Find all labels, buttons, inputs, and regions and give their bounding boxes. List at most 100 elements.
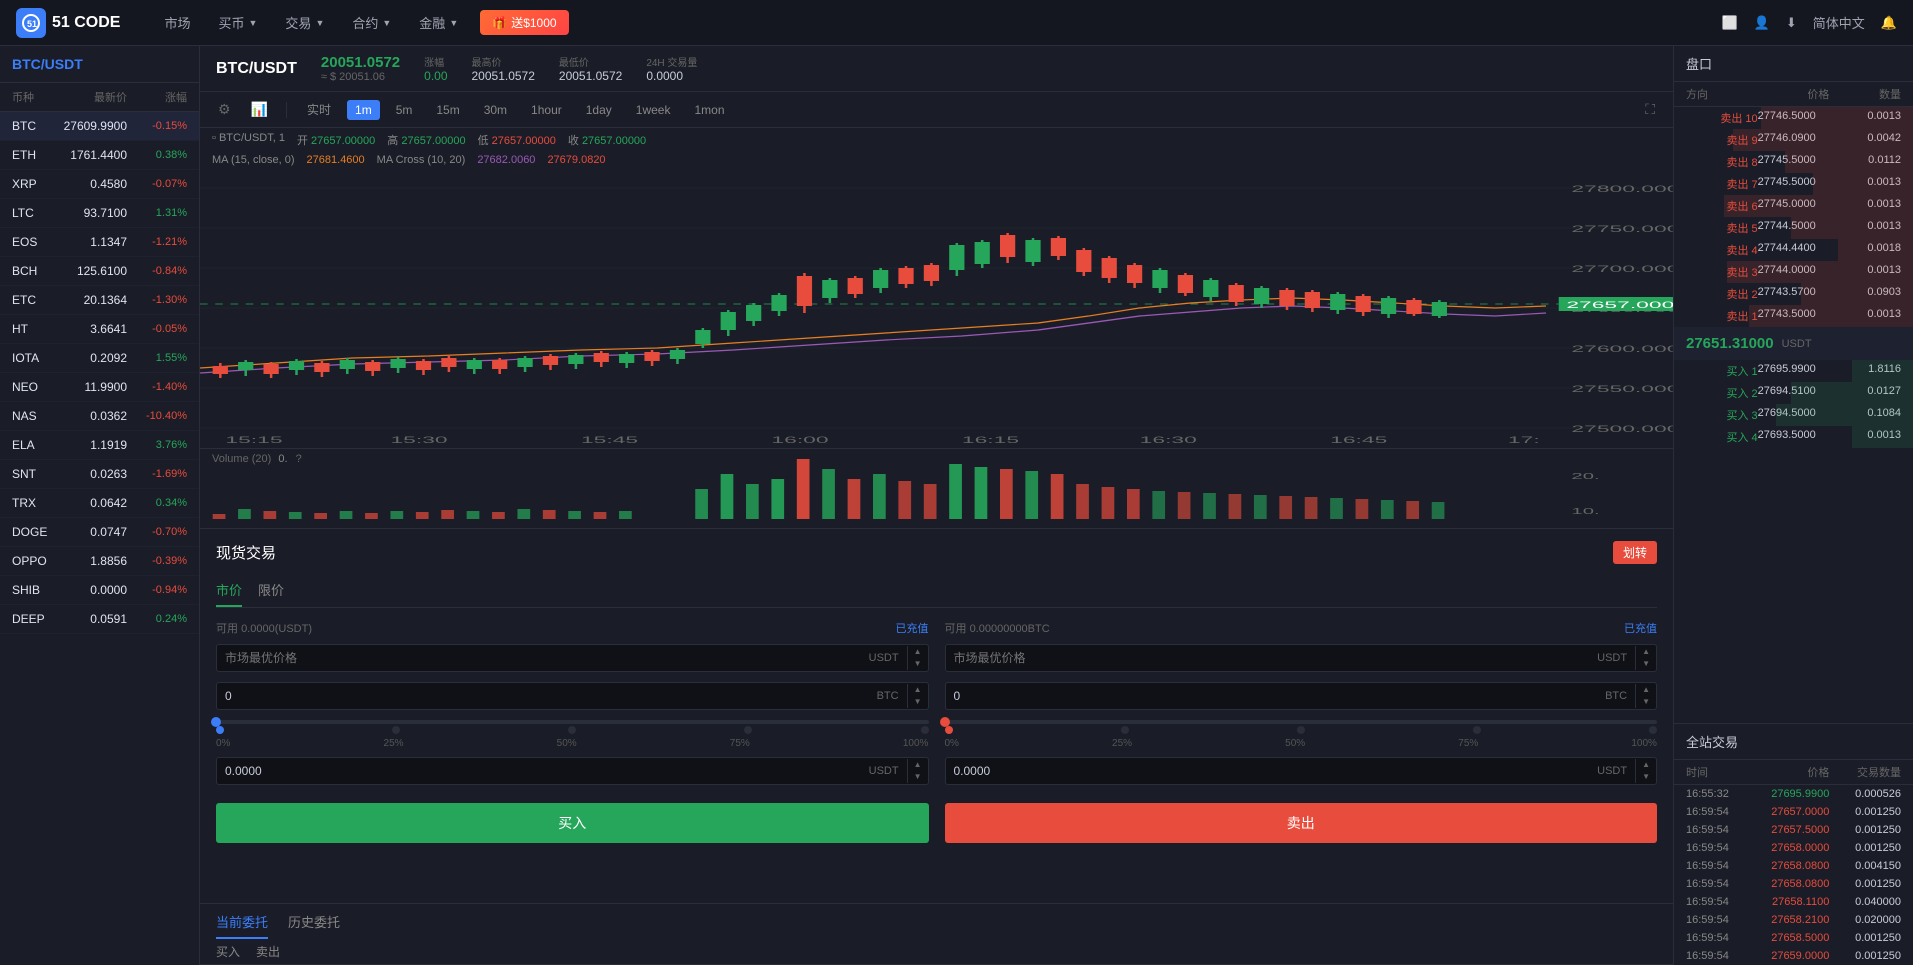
- subtab-buy[interactable]: 买入: [216, 943, 240, 960]
- nav-finance[interactable]: 金融 ▼: [405, 0, 472, 46]
- sell-amount-input[interactable]: [946, 683, 1598, 709]
- sell-price-up[interactable]: ▲: [1636, 646, 1656, 658]
- sell-slider-dot-75[interactable]: [1473, 726, 1481, 734]
- sell-order-row[interactable]: 卖出 4 27744.4400 0.0018: [1674, 239, 1913, 261]
- coin-row-oppo[interactable]: OPPO 1.8856 -0.39%: [0, 547, 199, 576]
- buy-total-input[interactable]: [217, 758, 861, 784]
- fullscreen-icon[interactable]: ⛶: [1639, 99, 1661, 120]
- lang-switch[interactable]: 简体中文: [1813, 13, 1865, 32]
- sell-recharge[interactable]: 已充值: [1624, 620, 1657, 636]
- sell-amount-input-wrap[interactable]: BTC ▲ ▼: [945, 682, 1658, 710]
- sell-price-input[interactable]: [946, 645, 1590, 671]
- buy-slider-dot-50[interactable]: [568, 726, 576, 734]
- sell-slider-dot-25[interactable]: [1121, 726, 1129, 734]
- buy-amount-input-wrap[interactable]: BTC ▲ ▼: [216, 682, 929, 710]
- nav-contract[interactable]: 合约 ▼: [338, 0, 405, 46]
- sell-price-input-wrap[interactable]: USDT ▲ ▼: [945, 644, 1658, 672]
- switch-button[interactable]: 划转: [1613, 541, 1657, 564]
- buy-amount-input[interactable]: [217, 683, 869, 709]
- sell-order-row[interactable]: 卖出 3 27744.0000 0.0013: [1674, 261, 1913, 283]
- coin-row-deep[interactable]: DEEP 0.0591 0.24%: [0, 605, 199, 634]
- buy-slider-dot-25[interactable]: [392, 726, 400, 734]
- buy-order-row[interactable]: 买入 4 27693.5000 0.0013: [1674, 426, 1913, 448]
- coin-row-bch[interactable]: BCH 125.6100 -0.84%: [0, 257, 199, 286]
- buy-total-up[interactable]: ▲: [908, 759, 928, 771]
- coin-row-iota[interactable]: IOTA 0.2092 1.55%: [0, 344, 199, 373]
- sell-order-row[interactable]: 卖出 10 27746.5000 0.0013: [1674, 107, 1913, 129]
- sell-total-down[interactable]: ▼: [1636, 771, 1656, 783]
- sell-amount-up[interactable]: ▲: [1636, 684, 1656, 696]
- buy-order-row[interactable]: 买入 1 27695.9900 1.8116: [1674, 360, 1913, 382]
- sell-amount-down[interactable]: ▼: [1636, 696, 1656, 708]
- time-1hour[interactable]: 1hour: [523, 100, 570, 120]
- screen-icon[interactable]: ⬜: [1722, 15, 1738, 31]
- sell-price-down[interactable]: ▼: [1636, 658, 1656, 670]
- sell-order-row[interactable]: 卖出 5 27744.5000 0.0013: [1674, 217, 1913, 239]
- buy-price-input[interactable]: [217, 645, 861, 671]
- coin-row-shib[interactable]: SHIB 0.0000 -0.94%: [0, 576, 199, 605]
- buy-button[interactable]: 买入: [216, 803, 929, 843]
- tab-limit[interactable]: 限价: [258, 574, 284, 607]
- buy-recharge[interactable]: 已充值: [896, 620, 929, 636]
- time-1week[interactable]: 1week: [628, 100, 679, 120]
- coin-row-trx[interactable]: TRX 0.0642 0.34%: [0, 489, 199, 518]
- sell-slider-row[interactable]: 0% 25% 50% 75% 100%: [945, 720, 1658, 749]
- nav-trade[interactable]: 交易 ▼: [271, 0, 338, 46]
- time-1day[interactable]: 1day: [578, 100, 620, 120]
- buy-amount-up[interactable]: ▲: [908, 684, 928, 696]
- coin-row-etc[interactable]: ETC 20.1364 -1.30%: [0, 286, 199, 315]
- time-5m[interactable]: 5m: [388, 100, 421, 120]
- buy-slider-row[interactable]: 0% 25% 50% 75% 100%: [216, 720, 929, 749]
- buy-price-up[interactable]: ▲: [908, 646, 928, 658]
- sell-total-input[interactable]: [946, 758, 1590, 784]
- sell-order-row[interactable]: 卖出 7 27745.5000 0.0013: [1674, 173, 1913, 195]
- sell-button[interactable]: 卖出: [945, 803, 1658, 843]
- sell-order-row[interactable]: 卖出 9 27746.0900 0.0042: [1674, 129, 1913, 151]
- coin-row-eth[interactable]: ETH 1761.4400 0.38%: [0, 141, 199, 170]
- tab-history-orders[interactable]: 历史委托: [288, 912, 340, 939]
- sell-order-row[interactable]: 卖出 8 27745.5000 0.0112: [1674, 151, 1913, 173]
- coin-row-snt[interactable]: SNT 0.0263 -1.69%: [0, 460, 199, 489]
- coin-row-nas[interactable]: NAS 0.0362 -10.40%: [0, 402, 199, 431]
- sell-order-row[interactable]: 卖出 1 27743.5000 0.0013: [1674, 305, 1913, 327]
- buy-order-row[interactable]: 买入 3 27694.5000 0.1084: [1674, 404, 1913, 426]
- time-realtime[interactable]: 实时: [299, 98, 339, 121]
- nav-buy[interactable]: 买币 ▼: [204, 0, 271, 46]
- coin-row-ht[interactable]: HT 3.6641 -0.05%: [0, 315, 199, 344]
- coin-row-xrp[interactable]: XRP 0.4580 -0.07%: [0, 170, 199, 199]
- buy-slider-dot-0[interactable]: [216, 726, 224, 734]
- buy-amount-down[interactable]: ▼: [908, 696, 928, 708]
- time-1mon[interactable]: 1mon: [686, 100, 732, 120]
- download-icon[interactable]: ⬇: [1786, 15, 1797, 31]
- buy-total-input-wrap[interactable]: USDT ▲ ▼: [216, 757, 929, 785]
- subtab-sell[interactable]: 卖出: [256, 943, 280, 960]
- coin-row-neo[interactable]: NEO 11.9900 -1.40%: [0, 373, 199, 402]
- coin-row-eos[interactable]: EOS 1.1347 -1.21%: [0, 228, 199, 257]
- coin-row-doge[interactable]: DOGE 0.0747 -0.70%: [0, 518, 199, 547]
- tab-market[interactable]: 市价: [216, 574, 242, 607]
- buy-price-input-wrap[interactable]: USDT ▲ ▼: [216, 644, 929, 672]
- sell-order-row[interactable]: 卖出 2 27743.5700 0.0903: [1674, 283, 1913, 305]
- nav-market[interactable]: 市场: [150, 0, 204, 46]
- buy-total-down[interactable]: ▼: [908, 771, 928, 783]
- buy-order-row[interactable]: 买入 2 27694.5100 0.0127: [1674, 382, 1913, 404]
- sell-slider-dot-100[interactable]: [1649, 726, 1657, 734]
- buy-slider-dot-75[interactable]: [744, 726, 752, 734]
- time-15m[interactable]: 15m: [428, 100, 467, 120]
- chart-type-icon[interactable]: 📊: [245, 99, 274, 120]
- coin-row-ela[interactable]: ELA 1.1919 3.76%: [0, 431, 199, 460]
- sell-total-up[interactable]: ▲: [1636, 759, 1656, 771]
- coin-row-ltc[interactable]: LTC 93.7100 1.31%: [0, 199, 199, 228]
- time-1m[interactable]: 1m: [347, 100, 380, 120]
- sell-order-row[interactable]: 卖出 6 27745.0000 0.0013: [1674, 195, 1913, 217]
- coin-row-btc[interactable]: BTC 27609.9900 -0.15%: [0, 112, 199, 141]
- tab-current-orders[interactable]: 当前委托: [216, 912, 268, 939]
- buy-price-down[interactable]: ▼: [908, 658, 928, 670]
- settings-icon[interactable]: ⚙: [212, 99, 237, 120]
- sell-slider-dot-0[interactable]: [945, 726, 953, 734]
- buy-slider-dot-100[interactable]: [921, 726, 929, 734]
- time-30m[interactable]: 30m: [476, 100, 515, 120]
- sell-slider-dot-50[interactable]: [1297, 726, 1305, 734]
- sell-total-input-wrap[interactable]: USDT ▲ ▼: [945, 757, 1658, 785]
- gift-button[interactable]: 🎁 送$1000: [480, 10, 568, 35]
